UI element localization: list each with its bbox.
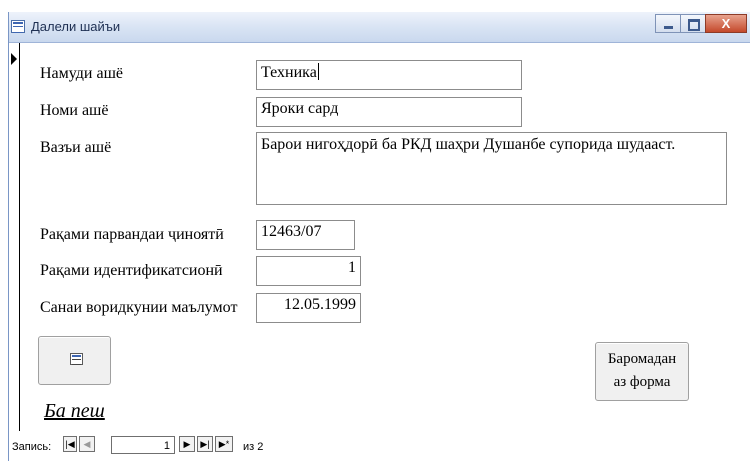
item-name-field[interactable]: Яроки сард [256, 97, 522, 127]
current-record-arrow-icon [11, 53, 17, 65]
case-number-label: Рақами парвандаи ҷиноятӣ [40, 226, 224, 243]
first-record-button[interactable]: |◀ [63, 436, 77, 452]
record-selector[interactable] [9, 43, 20, 431]
record-navigation-bar: Запись: |◀ ◀ 1 ▶ ▶| ▶* из 2 [9, 433, 750, 461]
close-button[interactable] [705, 14, 747, 33]
next-record-button[interactable]: ▶ [179, 436, 195, 452]
item-name-label: Номи ашё [40, 102, 109, 119]
window-title: Далели шайъи [31, 19, 121, 34]
previous-record-button[interactable]: ◀ [79, 436, 95, 452]
window-controls [655, 14, 747, 33]
entry-date-field[interactable]: 12.05.1999 [256, 293, 361, 323]
minimize-button[interactable] [655, 14, 681, 33]
form-icon [11, 20, 25, 33]
last-record-button[interactable]: ▶| [197, 436, 213, 452]
back-link[interactable]: Ба пеш [44, 400, 105, 423]
open-form-button[interactable] [38, 336, 111, 385]
form-window: Далели шайъи Намуди ашё Техника Номи ашё… [8, 12, 750, 461]
new-record-button[interactable]: ▶* [215, 436, 233, 452]
record-total: из 2 [243, 441, 264, 453]
id-number-label: Рақами идентификатсионӣ [40, 262, 223, 279]
current-record-input[interactable]: 1 [111, 436, 175, 454]
id-number-field[interactable]: 1 [256, 256, 361, 286]
case-number-field[interactable]: 12463/07 [256, 220, 355, 250]
text-cursor [317, 63, 319, 80]
entry-date-label: Санаи воридкунии маълумот [40, 299, 238, 316]
title-bar: Далели шайъи [9, 12, 750, 43]
exit-button-line2: аз форма [613, 374, 671, 390]
form-icon [70, 353, 83, 365]
maximize-button[interactable] [680, 14, 706, 33]
item-status-label: Вазъи ашё [40, 139, 112, 156]
item-type-field[interactable]: Техника [256, 60, 522, 90]
record-label: Запись: [12, 441, 52, 453]
item-type-label: Намуди ашё [40, 65, 123, 82]
exit-button-line1: Баромадан [607, 351, 677, 367]
item-status-field[interactable]: Барои нигоҳдорӣ ба РКД шаҳри Душанбе суп… [256, 132, 727, 205]
exit-form-button[interactable]: Баромадан аз форма [595, 342, 689, 401]
